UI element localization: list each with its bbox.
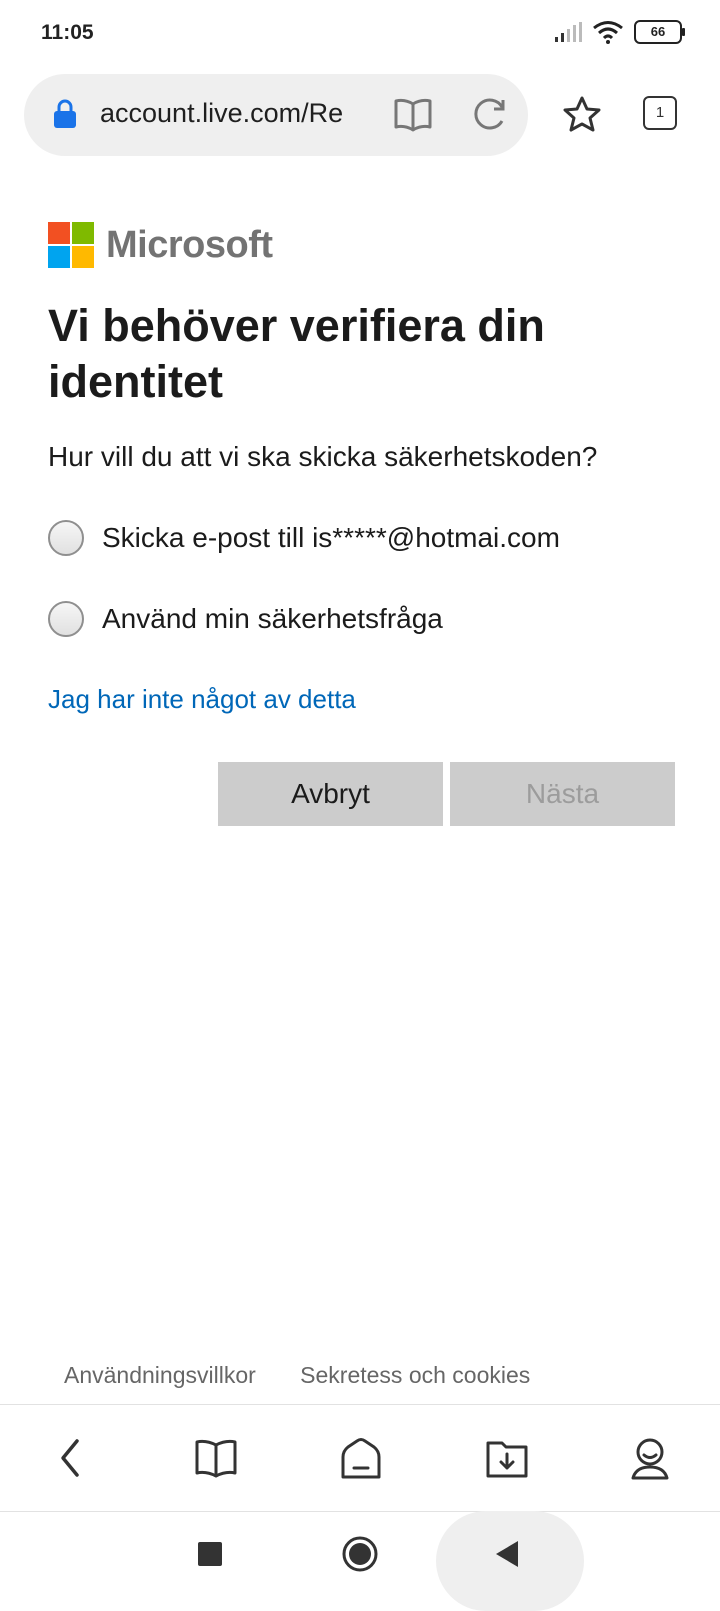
- status-bar: 11:05 66: [0, 0, 720, 70]
- downloads-icon[interactable]: [485, 1437, 529, 1479]
- home-icon[interactable]: [339, 1437, 383, 1481]
- next-button[interactable]: Nästa: [450, 762, 675, 826]
- reload-icon[interactable]: [471, 95, 509, 133]
- option-security-question-label[interactable]: Använd min säkerhetsfråga: [102, 603, 443, 635]
- profile-icon[interactable]: [630, 1437, 670, 1481]
- recents-icon[interactable]: [198, 1542, 222, 1566]
- footer-links: Användningsvillkor Sekretess och cookies: [64, 1362, 568, 1389]
- privacy-link[interactable]: Sekretess och cookies: [300, 1362, 530, 1388]
- url-text[interactable]: account.live.com/Re: [100, 98, 358, 129]
- radio-email[interactable]: [48, 520, 84, 556]
- option-email[interactable]: Skicka e-post till is*****@hotmai.com: [48, 520, 560, 556]
- cancel-button[interactable]: Avbryt: [218, 762, 443, 826]
- home-circle-icon[interactable]: [341, 1535, 379, 1573]
- tabs-icon[interactable]: 1: [643, 96, 677, 130]
- radio-security-question[interactable]: [48, 601, 84, 637]
- battery-icon: 66: [634, 20, 685, 44]
- no-option-link[interactable]: Jag har inte något av detta: [48, 684, 356, 715]
- terms-link[interactable]: Användningsvillkor: [64, 1362, 256, 1388]
- reader-mode-icon[interactable]: [393, 97, 433, 133]
- status-icons: 66: [554, 20, 685, 44]
- browser-bottom-nav: [0, 1404, 720, 1512]
- wifi-icon: [593, 21, 623, 44]
- status-time: 11:05: [41, 21, 94, 44]
- system-back-icon[interactable]: [494, 1540, 520, 1568]
- microsoft-logo: Microsoft: [48, 222, 273, 268]
- back-icon[interactable]: [55, 1437, 85, 1479]
- logo-text: Microsoft: [106, 223, 273, 266]
- lock-icon: [54, 99, 76, 128]
- page-title: Vi behöver verifiera din identitet: [48, 300, 545, 407]
- microsoft-logo-icon: [48, 222, 94, 268]
- option-email-label[interactable]: Skicka e-post till is*****@hotmai.com: [102, 522, 560, 554]
- book-icon[interactable]: [194, 1437, 238, 1479]
- bookmark-star-icon[interactable]: [562, 95, 602, 133]
- signal-icon: [555, 22, 582, 42]
- page-subtitle: Hur vill du att vi ska skicka säkerhetsk…: [48, 441, 598, 472]
- system-nav-bar: [0, 1511, 720, 1611]
- option-security-question[interactable]: Använd min säkerhetsfråga: [48, 601, 443, 637]
